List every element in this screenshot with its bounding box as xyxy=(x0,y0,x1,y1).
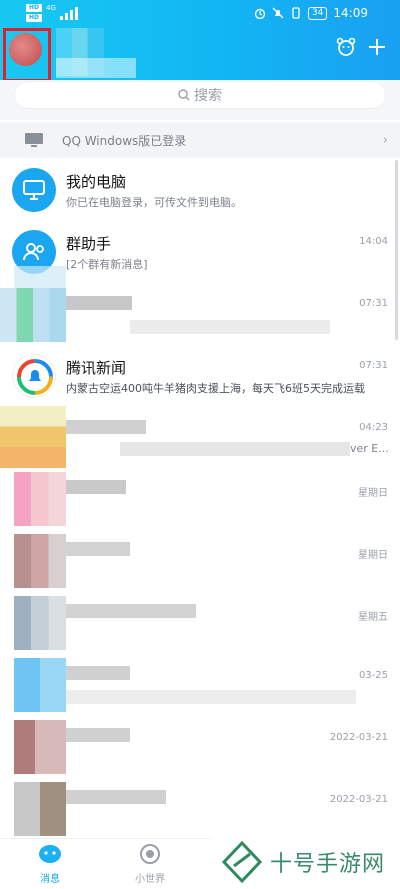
alarm-icon xyxy=(254,8,266,19)
status-right: 34 14:09 xyxy=(254,6,368,20)
avatar-highlight-box xyxy=(3,28,51,82)
conversation-time: 14:04 xyxy=(359,236,388,247)
conversation-time: 04:23 xyxy=(359,422,388,433)
blur-avatar xyxy=(0,288,66,342)
blur-name xyxy=(66,728,130,742)
search-placeholder: 搜索 xyxy=(194,88,222,104)
blur-avatar xyxy=(14,782,66,836)
news-bell-icon xyxy=(17,359,53,395)
blur-avatar xyxy=(14,472,66,526)
watermark: 十号手游网 xyxy=(210,836,400,888)
tab-small-world[interactable]: 小世界 xyxy=(120,843,180,885)
blur-name xyxy=(66,604,196,618)
list-item[interactable]: 星期日 xyxy=(0,468,400,530)
blur-name xyxy=(66,420,146,434)
pc-login-bar[interactable]: QQ Windows版已登录 › xyxy=(0,122,400,158)
list-item[interactable]: 星期日 xyxy=(0,530,400,592)
conversation-message: ver E... xyxy=(350,442,389,455)
computer-icon xyxy=(23,180,45,200)
conversation-time: 03-25 xyxy=(358,670,388,681)
list-item[interactable]: 2022-03-21 xyxy=(0,778,400,840)
blur-name xyxy=(66,480,126,494)
conversation-time: 07:31 xyxy=(359,298,388,309)
watermark-text: 十号手游网 xyxy=(270,852,386,877)
blur-name xyxy=(66,296,132,310)
list-item[interactable]: 我的电脑 你已在电脑登录，可传文件到电脑。 xyxy=(0,158,400,220)
conversation-list: 我的电脑 你已在电脑登录，可传文件到电脑。 群助手 [2个群有新消息] 14:0… xyxy=(0,158,400,840)
chevron-right-icon: › xyxy=(382,133,388,148)
conversation-message: 内蒙古空运400吨牛羊猪肉支援上海，每天飞6班5天完成运载 xyxy=(66,382,365,395)
watermark-logo xyxy=(221,840,263,884)
blur-avatar xyxy=(14,720,66,774)
signal-icon xyxy=(60,7,78,20)
tab-small-world-label: 小世界 xyxy=(135,874,165,885)
tencent-news-avatar xyxy=(12,354,56,398)
blur-name xyxy=(66,790,166,804)
plus-icon[interactable] xyxy=(366,36,388,58)
search-input[interactable]: 搜索 xyxy=(14,81,386,109)
list-item[interactable]: 腾讯新闻 内蒙古空运400吨牛羊猪肉支援上海，每天飞6班5天完成运载 07:31 xyxy=(0,344,400,406)
list-item[interactable]: ver E... 04:23 xyxy=(0,406,400,468)
scrollbar[interactable] xyxy=(395,160,398,340)
conversation-name: 我的电脑 xyxy=(66,173,127,191)
vibrate-icon xyxy=(292,7,300,19)
conversation-name: 群助手 xyxy=(66,235,112,253)
pet-icon[interactable] xyxy=(335,36,357,58)
conversation-time: 2022-03-21 xyxy=(329,794,388,805)
list-item[interactable]: 群助手 [2个群有新消息] 14:04 xyxy=(0,220,400,292)
blur-avatar xyxy=(0,406,66,468)
my-computer-avatar xyxy=(12,168,56,212)
tab-messages-label: 消息 xyxy=(40,874,60,885)
conversation-message: 你已在电脑登录，可传文件到电脑。 xyxy=(66,196,242,209)
search-icon xyxy=(178,89,190,101)
conversation-time: 星期日 xyxy=(358,550,388,561)
clock: 14:09 xyxy=(333,6,368,20)
list-item[interactable]: 星期五 xyxy=(0,592,400,654)
message-bubble-icon xyxy=(39,845,61,863)
conversation-time: 2022-03-21 xyxy=(329,732,388,743)
conversation-message: [2个群有新消息] xyxy=(66,258,148,271)
blur-message xyxy=(130,320,330,334)
status-bar: HD 1 HD 2 4G 34 14:09 xyxy=(0,0,400,29)
list-item[interactable]: 03-25 xyxy=(0,654,400,716)
sim-1-label: HD 1 xyxy=(26,4,42,19)
sim-indicators: HD 1 HD 2 4G xyxy=(26,4,86,29)
blur-avatar xyxy=(14,534,66,588)
profile-status-blurred xyxy=(56,58,136,78)
conversation-time: 07:31 xyxy=(359,360,388,371)
group-icon xyxy=(23,243,44,261)
mute-icon xyxy=(272,7,284,19)
conversation-name: 腾讯新闻 xyxy=(66,359,127,377)
monitor-icon xyxy=(25,133,43,147)
list-item[interactable]: 07:31 xyxy=(0,282,400,344)
tab-messages[interactable]: 消息 xyxy=(20,843,80,885)
pc-login-text: QQ Windows版已登录 xyxy=(62,133,187,148)
top-header: HD 1 HD 2 4G 34 14:09 xyxy=(0,0,400,82)
sim-2-label: HD 2 xyxy=(26,14,42,29)
blur-message xyxy=(66,690,356,704)
blur-name xyxy=(66,666,130,680)
battery-level: 34 xyxy=(307,6,328,20)
list-item[interactable]: 2022-03-21 xyxy=(0,716,400,778)
blur-avatar xyxy=(14,596,66,650)
blur-avatar xyxy=(14,658,66,712)
conversation-time: 星期五 xyxy=(358,612,388,623)
network-label: 4G xyxy=(46,4,56,12)
blur-message xyxy=(120,442,350,456)
conversation-time: 星期日 xyxy=(358,488,388,499)
blur-name xyxy=(66,542,130,556)
small-world-icon xyxy=(140,844,160,864)
